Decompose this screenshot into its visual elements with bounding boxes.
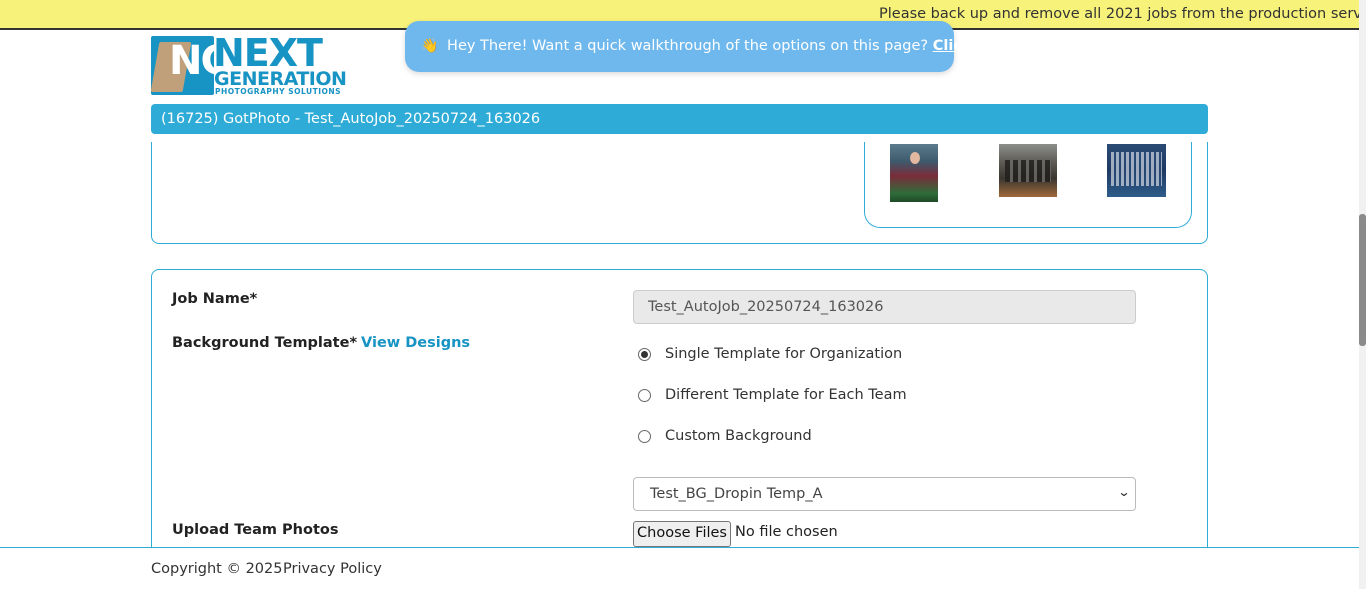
copyright-text: Copyright © 2025 xyxy=(151,561,283,577)
radio-label: Custom Background xyxy=(665,428,812,444)
radio-custom-background[interactable]: Custom Background xyxy=(638,426,812,446)
job-title-bar: (16725) GotPhoto - Test_AutoJob_20250724… xyxy=(151,104,1208,134)
radio-label: Different Template for Each Team xyxy=(665,387,907,403)
template-thumbnail-individual[interactable] xyxy=(890,144,938,202)
radio-single-template[interactable]: Single Template for Organization xyxy=(638,344,902,364)
template-select-value: Test_BG_Dropin Temp_A xyxy=(650,486,823,502)
radio-button[interactable] xyxy=(638,429,651,443)
template-thumbnail-group[interactable] xyxy=(1107,144,1166,197)
walkthrough-prompt: 👋 Hey There! Want a quick walkthrough of… xyxy=(405,21,1016,72)
template-thumbnails xyxy=(864,142,1192,228)
banner-message: Please back up and remove all 2021 jobs … xyxy=(879,6,1359,22)
walkthrough-link[interactable]: Click Here xyxy=(933,38,1016,54)
job-title: (16725) GotPhoto - Test_AutoJob_20250724… xyxy=(161,111,541,127)
template-thumbnail-team[interactable] xyxy=(999,144,1057,197)
chevron-down-icon: ⌄ xyxy=(1117,485,1131,499)
logo-line3: PHOTOGRAPHY SOLUTIONS xyxy=(215,87,342,96)
radio-button-checked[interactable] xyxy=(638,347,651,361)
upload-team-photos-label: Upload Team Photos xyxy=(172,522,339,538)
privacy-policy-link[interactable]: Privacy Policy xyxy=(283,561,382,577)
view-designs-link[interactable]: View Designs xyxy=(361,335,470,351)
scrollbar[interactable] xyxy=(1359,0,1366,589)
scrollbar-thumb[interactable] xyxy=(1359,214,1366,346)
walkthrough-text: Hey There! Want a quick walkthrough of t… xyxy=(447,38,929,54)
choose-files-button[interactable]: Choose Files xyxy=(633,521,731,547)
template-select[interactable]: Test_BG_Dropin Temp_A ⌄ xyxy=(633,477,1136,511)
background-template-text: Background Template* xyxy=(172,335,358,351)
job-name-field[interactable]: Test_AutoJob_20250724_163026 xyxy=(633,290,1136,324)
radio-button[interactable] xyxy=(638,388,651,402)
radio-different-template[interactable]: Different Template for Each Team xyxy=(638,385,907,405)
file-status-text: No file chosen xyxy=(735,524,838,540)
job-name-label: Job Name* xyxy=(172,291,258,307)
logo-mark: NG xyxy=(150,36,233,95)
company-logo[interactable]: NG NEXT GENERATION PHOTOGRAPHY SOLUTIONS xyxy=(150,31,347,97)
background-template-label: Background Template* View Designs xyxy=(172,335,470,351)
page-footer: Copyright © 2025 Privacy Policy xyxy=(0,547,1359,589)
radio-label: Single Template for Organization xyxy=(665,346,903,362)
waving-hand-icon: 👋 xyxy=(421,38,439,54)
